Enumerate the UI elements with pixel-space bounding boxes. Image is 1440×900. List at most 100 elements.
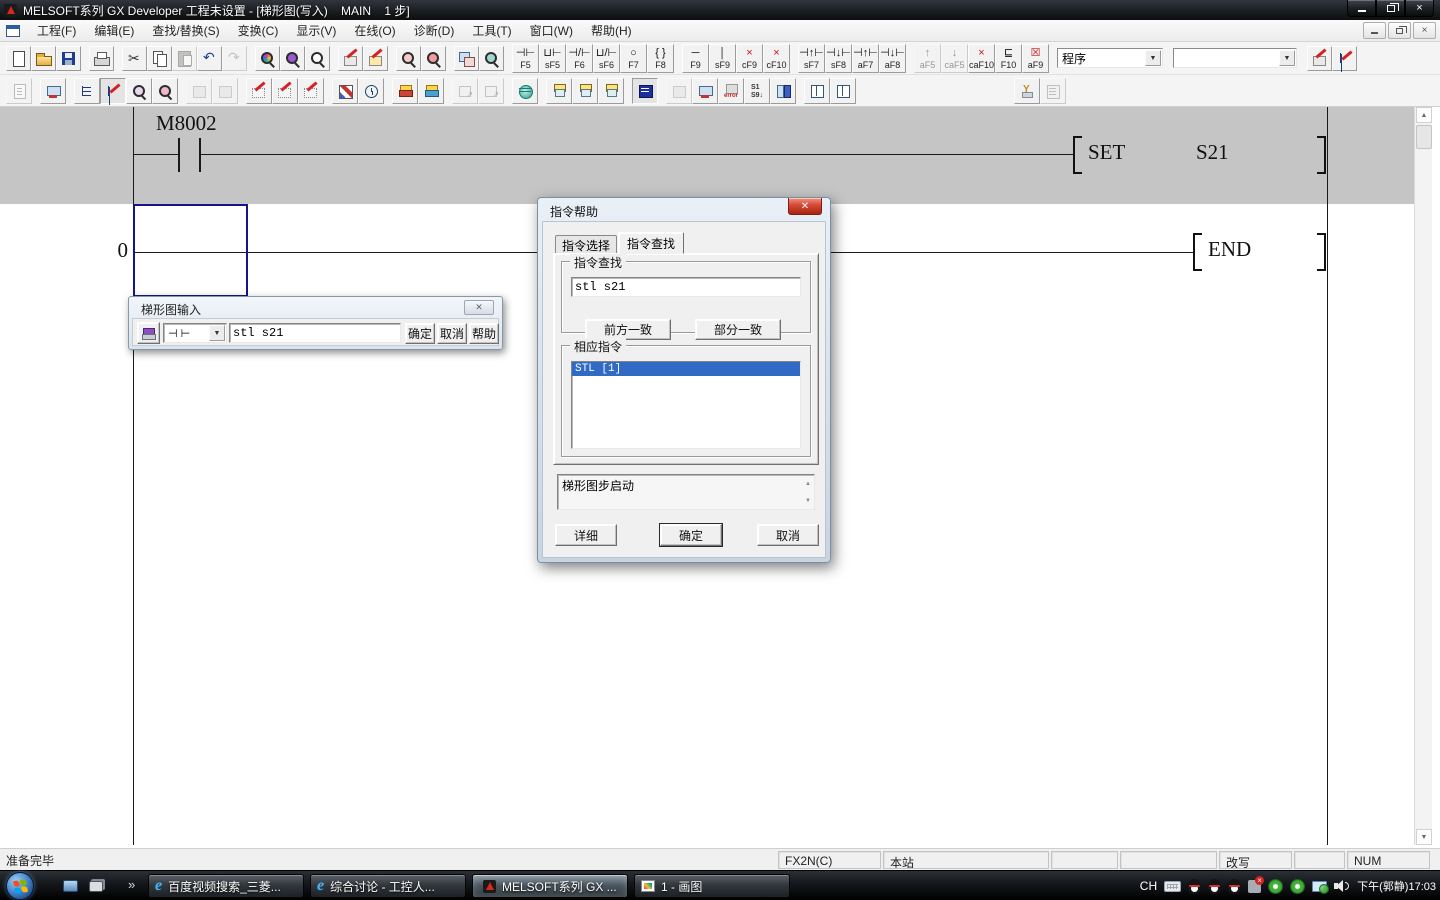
print-button[interactable]	[89, 46, 114, 71]
monitor-write-mode-button[interactable]	[632, 78, 658, 104]
ladder-symbol-F10-button[interactable]: ⊑F10	[995, 44, 1022, 73]
monitor-mode-button[interactable]	[546, 78, 572, 104]
find-replace-button[interactable]	[280, 46, 305, 71]
menu-item[interactable]: 在线(O)	[345, 21, 404, 41]
ladder-symbol-sF8-button[interactable]: ⊣↓⊢sF8	[825, 44, 852, 73]
close-button[interactable]: ×	[1405, 0, 1434, 17]
monitor-start-button[interactable]	[598, 78, 624, 104]
spin-up-icon[interactable]: ▲	[805, 481, 811, 487]
qq-icon[interactable]	[1208, 879, 1221, 894]
offline-icon[interactable]	[1248, 880, 1261, 893]
toolbar-chevron[interactable]: »	[128, 877, 135, 892]
ladder-symbol-sF7-button[interactable]: ⊣↑⊢sF7	[798, 44, 825, 73]
ok-button[interactable]: 确定	[405, 323, 435, 344]
partition-button[interactable]	[770, 78, 796, 104]
save-button[interactable]	[56, 46, 81, 71]
instruction-input[interactable]	[229, 323, 401, 343]
program-combo[interactable]: 程序 ▼	[1057, 48, 1163, 68]
keyboard-icon[interactable]	[1164, 881, 1181, 892]
new-button[interactable]	[6, 46, 31, 71]
network-icon[interactable]	[1312, 881, 1327, 892]
ladder-symbol-cF10-button[interactable]: ×cF10	[763, 44, 790, 73]
ladder-symbol-aF7-button[interactable]: ⊣↑⊢aF7	[852, 44, 879, 73]
ladder-symbol-sF5-button[interactable]: ⊔⊢sF5	[539, 44, 566, 73]
qq-icon[interactable]	[1228, 879, 1241, 894]
program-copy-button[interactable]	[692, 78, 718, 104]
ladder-mode-button[interactable]	[74, 78, 100, 104]
close-button[interactable]: ✕	[464, 300, 494, 315]
volume-icon[interactable]	[1334, 879, 1350, 893]
mdi-minimize-button[interactable]	[1363, 22, 1386, 39]
ladder-symbol-caF10-button[interactable]: ×caF10	[968, 44, 995, 73]
menu-item[interactable]: 显示(V)	[287, 21, 345, 41]
open-button[interactable]	[31, 46, 56, 71]
ladder-cursor[interactable]	[133, 204, 248, 297]
device-test-y-button[interactable]	[1014, 78, 1040, 104]
write-mode-button[interactable]	[152, 78, 178, 104]
ladder-symbol-aF8-button[interactable]: ⊣↓⊢aF8	[879, 44, 906, 73]
zoom-out-button[interactable]	[396, 46, 421, 71]
scrollbar-thumb[interactable]	[1416, 125, 1432, 149]
scroll-up-button[interactable]: ▲	[1416, 107, 1432, 123]
chevron-down-icon[interactable]: ▼	[209, 325, 225, 341]
detail-button[interactable]: 详细	[555, 524, 617, 546]
transfer-setup-button[interactable]	[40, 78, 66, 104]
menu-item[interactable]: 编辑(E)	[85, 21, 143, 41]
cascade-windows-button[interactable]	[454, 46, 479, 71]
read-mode-button[interactable]	[126, 78, 152, 104]
restore-button[interactable]	[1376, 0, 1405, 17]
device-comment-edit-button[interactable]	[246, 78, 272, 104]
program-write-button[interactable]	[392, 78, 418, 104]
minimize-button[interactable]	[1347, 0, 1376, 17]
spin-down-icon[interactable]: ▼	[805, 498, 811, 504]
vertical-scrollbar[interactable]: ▲ ▼	[1414, 107, 1432, 845]
copy-button[interactable]	[147, 46, 172, 71]
quicklaunch-desktop-button[interactable]	[60, 877, 80, 895]
close-button[interactable]: ✕	[788, 198, 822, 215]
ladder-edit-mode-button[interactable]	[100, 78, 126, 104]
program-read-button[interactable]	[418, 78, 444, 104]
symbol-combo[interactable]: ⊣ ⊢ ▼	[163, 323, 227, 343]
ladder-symbol-F7-button[interactable]: ○F7	[620, 44, 647, 73]
front-match-button[interactable]: 前方一致	[585, 319, 671, 340]
find-color-button[interactable]	[255, 46, 280, 71]
qq-icon[interactable]	[1188, 879, 1201, 894]
ok-button[interactable]: 确定	[660, 524, 722, 546]
instruction-list[interactable]: STL [1]	[571, 361, 801, 449]
symbol-stamp-button[interactable]	[137, 322, 160, 344]
cut-button[interactable]	[122, 46, 147, 71]
menu-item[interactable]: 变换(C)	[229, 21, 288, 41]
ladder-symbol-F8-button[interactable]: { }F8	[647, 44, 674, 73]
cancel-button[interactable]: 取消	[437, 323, 467, 344]
mdi-close-button[interactable]: ×	[1413, 22, 1436, 39]
taskbar-task[interactable]: 百度视频搜索_三菱...	[148, 874, 304, 898]
start-button[interactable]	[6, 872, 34, 900]
wiring-list-button[interactable]	[1332, 46, 1357, 71]
chevron-down-icon[interactable]: ▼	[1279, 50, 1295, 66]
statement-edit-button[interactable]	[272, 78, 298, 104]
mdi-restore-button[interactable]	[1388, 22, 1411, 39]
device-write-button[interactable]	[338, 46, 363, 71]
player-icon[interactable]	[1268, 879, 1283, 894]
find-project-button[interactable]	[479, 46, 504, 71]
menu-item[interactable]: 窗口(W)	[521, 21, 582, 41]
taskbar-task[interactable]: 综合讨论 - 工控人...	[310, 874, 466, 898]
taskbar-clock[interactable]: 下午(郭静)17:03	[1357, 878, 1436, 894]
help-button[interactable]: 帮助	[469, 323, 499, 344]
secondary-combo[interactable]: ▼	[1173, 48, 1297, 68]
start-web-button[interactable]	[512, 78, 538, 104]
menu-item[interactable]: 帮助(H)	[582, 21, 641, 41]
block-display-button[interactable]	[830, 78, 856, 104]
ladder-symbol-F5-button[interactable]: ⊣⊢F5	[512, 44, 539, 73]
player-icon[interactable]	[1290, 879, 1305, 894]
taskbar-task[interactable]: MELSOFT系列 GX ...	[472, 874, 628, 898]
zoom-in-button[interactable]	[421, 46, 446, 71]
monitor-stop-button[interactable]	[572, 78, 598, 104]
instruction-find-input[interactable]	[571, 277, 801, 297]
taskbar-task[interactable]: 1 - 画图	[634, 874, 790, 898]
menu-item[interactable]: 诊断(D)	[405, 21, 464, 41]
ladder-symbol-sF6-button[interactable]: ⊔/⊢sF6	[593, 44, 620, 73]
undo-button[interactable]	[197, 46, 222, 71]
device-test-button[interactable]	[363, 46, 388, 71]
menu-item[interactable]: 工程(F)	[28, 21, 85, 41]
